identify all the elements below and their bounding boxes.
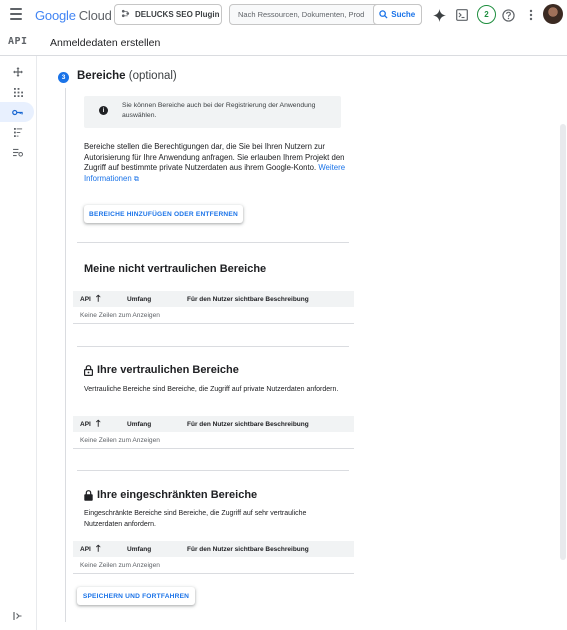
api-header: API Anmeldedaten erstellen [0, 30, 567, 56]
collapse-nav-icon[interactable] [13, 612, 22, 622]
sensitive-scopes-title: Ihre vertraulichen Bereiche [84, 364, 239, 376]
restricted-empty-row: Keine Zeilen zum Anzeigen [73, 557, 354, 574]
scopes-description-text: Bereiche stellen die Berechtigungen dar,… [84, 142, 345, 172]
scrollbar[interactable] [560, 124, 566, 560]
stepper-line [65, 88, 66, 622]
terminal-icon[interactable] [454, 7, 470, 23]
nav-consent-icon[interactable] [0, 122, 36, 142]
divider [77, 470, 349, 471]
nonsensitive-table-header: API 🡑 Umfang Für den Nutzer sichtbare Bes… [73, 291, 354, 307]
col-api-label: API [80, 420, 91, 428]
col-api[interactable]: API 🡑 [80, 541, 101, 557]
save-and-continue-button[interactable]: SPEICHERN UND FORTFAHREN [77, 587, 195, 605]
step-title-text: Bereiche [77, 70, 126, 82]
nonsensitive-empty-row: Keine Zeilen zum Anzeigen [73, 307, 354, 324]
project-icon [121, 9, 130, 20]
nav-credentials-key-icon[interactable] [0, 102, 34, 122]
col-api-label: API [80, 295, 91, 303]
search-button[interactable]: Suche [372, 4, 422, 25]
nav-settings-icon[interactable] [0, 142, 36, 162]
info-icon: i [99, 106, 108, 115]
project-selector[interactable]: DELUCKS SEO Plugin [114, 4, 222, 25]
lock-icon [84, 489, 93, 501]
add-remove-scopes-button[interactable]: BEREICHE HINZUFÜGEN ODER ENTFERNEN [84, 205, 243, 223]
page-title: Anmeldedaten erstellen [50, 37, 161, 49]
gemini-icon[interactable] [431, 7, 447, 23]
search-bar: Suche [229, 4, 422, 25]
top-bar: GoogleCloud DELUCKS SEO Plugin Suche 2 [0, 0, 567, 30]
col-api[interactable]: API 🡑 [80, 416, 101, 432]
arrow-up-icon[interactable]: 🡑 [96, 291, 101, 307]
nav-dashboard-icon[interactable] [0, 62, 36, 82]
step-title[interactable]: Bereiche (optional) [77, 70, 177, 82]
restricted-scopes-title: Ihre eingeschränkten Bereiche [84, 489, 257, 501]
nonsensitive-scopes-title: Meine nicht vertraulichen Bereiche [84, 263, 266, 275]
search-button-label: Suche [391, 10, 416, 19]
info-text: Sie können Bereiche auch bei der Registr… [122, 102, 316, 119]
more-icon[interactable] [523, 7, 539, 23]
sensitive-empty-row: Keine Zeilen zum Anzeigen [73, 432, 354, 449]
info-banner: i Sie können Bereiche auch bei der Regis… [84, 96, 341, 128]
project-label: DELUCKS SEO Plugin [135, 10, 220, 19]
col-description: Für den Nutzer sichtbare Beschreibung [187, 545, 309, 553]
step-number-badge: 3 [58, 72, 69, 83]
step-optional-label: (optional) [128, 70, 177, 82]
api-logo[interactable]: API [8, 36, 28, 47]
lock-open-icon [84, 364, 93, 376]
arrow-up-icon[interactable]: 🡑 [96, 541, 101, 557]
brand-cloud: Cloud [78, 8, 112, 23]
restricted-table-header: API 🡑 Umfang Für den Nutzer sichtbare Bes… [73, 541, 354, 557]
divider [77, 242, 349, 243]
divider [77, 346, 349, 347]
col-scope: Umfang [127, 545, 152, 553]
col-description: Für den Nutzer sichtbare Beschreibung [187, 295, 309, 303]
scopes-description: Bereiche stellen die Berechtigungen dar,… [84, 142, 359, 185]
col-api[interactable]: API 🡑 [80, 291, 101, 307]
col-scope: Umfang [127, 295, 152, 303]
col-scope: Umfang [127, 420, 152, 428]
help-icon[interactable] [500, 7, 516, 23]
search-icon [379, 10, 388, 19]
nav-library-icon[interactable] [0, 82, 36, 102]
arrow-up-icon[interactable]: 🡑 [96, 416, 101, 432]
menu-icon[interactable] [10, 8, 22, 20]
nonsensitive-scopes-title-text: Meine nicht vertraulichen Bereiche [84, 263, 267, 275]
sensitive-table-header: API 🡑 Umfang Für den Nutzer sichtbare Bes… [73, 416, 354, 432]
restricted-scopes-title-text: Ihre eingeschränkten Bereiche [97, 489, 258, 501]
brand-google: Google [35, 8, 76, 23]
sensitive-scopes-desc: Vertrauliche Bereiche sind Bereiche, die… [84, 386, 339, 393]
notification-badge[interactable]: 2 [477, 5, 496, 24]
sensitive-scopes-title-text: Ihre vertraulichen Bereiche [97, 364, 239, 376]
col-api-label: API [80, 545, 91, 553]
restricted-scopes-desc: Eingeschränkte Bereiche sind Bereiche, d… [84, 510, 307, 528]
search-input[interactable] [230, 5, 373, 24]
external-link-icon: ⧉ [133, 175, 139, 183]
side-nav [0, 56, 37, 630]
google-cloud-logo[interactable]: Google Cloud [35, 8, 112, 23]
col-description: Für den Nutzer sichtbare Beschreibung [187, 420, 309, 428]
avatar[interactable] [543, 4, 563, 24]
